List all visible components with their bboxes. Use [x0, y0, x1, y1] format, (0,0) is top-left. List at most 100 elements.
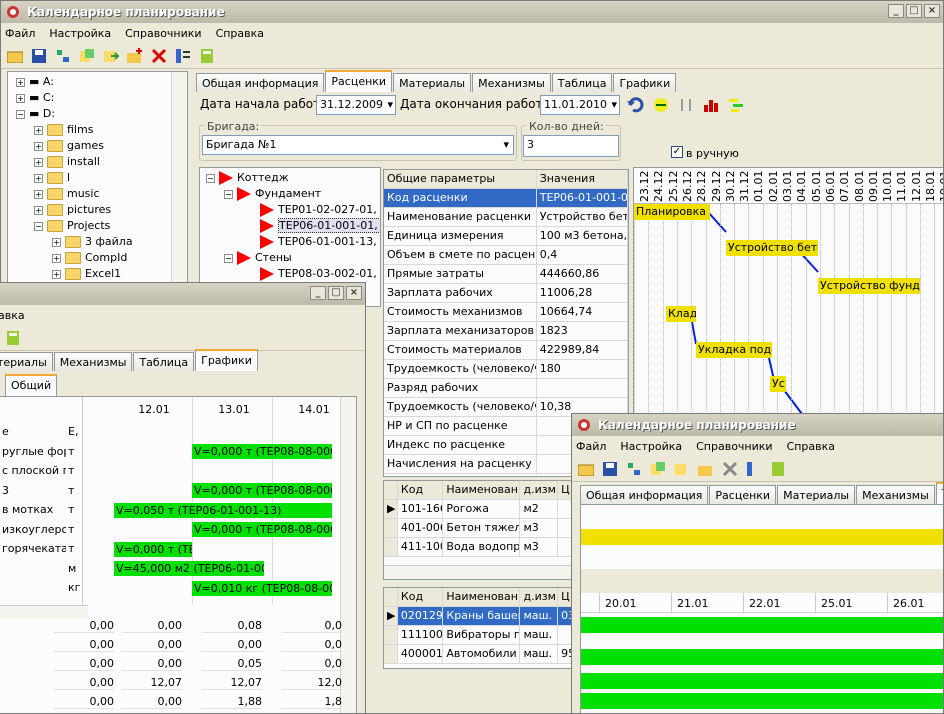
tab-table[interactable]: Таблица [551, 73, 613, 92]
params-row[interactable]: Объем в смете по расценке 0,4 [384, 246, 628, 265]
param-value[interactable]: 180 [537, 360, 628, 378]
calculator-icon[interactable] [768, 459, 788, 479]
tab-rates[interactable]: Расценки [709, 485, 777, 504]
params-row[interactable]: Прямые затраты 444660,86 [384, 265, 628, 284]
save-icon[interactable] [600, 459, 620, 479]
materials-row[interactable]: 401-0061Бетон тяжелым3 [384, 519, 572, 538]
params-row[interactable]: Единица измерения100 м3 бетона, бу [384, 227, 628, 246]
param-value[interactable]: 1823 [537, 322, 628, 340]
tree-node-cottage[interactable]: − Коттедж [206, 170, 380, 186]
delete-icon[interactable] [149, 46, 169, 66]
folder-item[interactable]: + l [16, 170, 133, 186]
folder-item[interactable]: + install [16, 154, 133, 170]
folder-item[interactable]: + CompId [16, 250, 133, 266]
material-bar[interactable]: V=0,000 т (ТЕР08-08-006-01) [192, 444, 332, 459]
days-input[interactable]: 3 [523, 135, 619, 157]
materials-row[interactable]: 411-1002Вода водопром3 [384, 538, 572, 557]
list-icon[interactable] [173, 46, 193, 66]
close-button[interactable]: × [924, 4, 940, 18]
tree-node-rate[interactable]: ТЕР08-03-002-01, К [206, 266, 380, 282]
drive-d[interactable]: − ▬ D: [16, 106, 133, 122]
export-icon[interactable] [101, 46, 121, 66]
material-bar[interactable]: V=0,000 т (ТЕР0 [114, 542, 192, 557]
drive-c[interactable]: + ▬ C: [16, 90, 133, 106]
gantt-bar[interactable]: Укладка подо [696, 342, 772, 358]
new-folder-icon[interactable] [696, 459, 716, 479]
tab-mechanisms[interactable]: Механизмы [53, 352, 133, 371]
param-value[interactable]: 100 м3 бетона, бу [537, 227, 628, 245]
params-row[interactable]: Стоимость механизмов 10664,74 [384, 303, 628, 322]
chart-vscroll[interactable] [340, 397, 356, 713]
charts-titlebar[interactable]: _ □ × [0, 283, 365, 305]
subtab-general[interactable]: Общий [5, 374, 58, 396]
sort-icon[interactable] [678, 97, 694, 116]
params-row[interactable]: Стоимость материалов 422989,84 [384, 341, 628, 360]
materials-header-name[interactable]: Наименование [443, 481, 521, 499]
params-row[interactable]: Зарплата рабочих 11006,28 [384, 284, 628, 303]
folder-item[interactable]: + games [16, 138, 133, 154]
material-bar[interactable]: V=0,000 т (ТЕР08-08-006-01) [192, 483, 332, 498]
gantt-icon[interactable] [728, 97, 744, 116]
gantt-bar[interactable]: Ус [770, 376, 786, 392]
param-value[interactable]: 444660,86 [537, 265, 628, 283]
gantt-bar[interactable]: Устройство фундам [818, 278, 920, 294]
mechanisms-row[interactable]: 400001Автомобили бормаш.95 [384, 645, 572, 664]
tree-node-rate[interactable]: ТЕР01-02-027-01, Г [206, 202, 380, 218]
tree-node-foundation[interactable]: − Фундамент [206, 186, 380, 202]
params-header-value[interactable]: Значения [537, 170, 628, 188]
undo-icon[interactable] [626, 97, 644, 116]
menu-help[interactable]: Справка [787, 440, 835, 453]
param-value[interactable]: 422989,84 [537, 341, 628, 359]
start-date-picker[interactable]: 31.12.2009 ▾ [316, 95, 396, 115]
tree-node-walls[interactable]: − Стены [206, 250, 380, 266]
material-bar[interactable]: V=0,050 т (ТЕР06-01-001-13) [114, 503, 332, 518]
folder-item[interactable]: + music [16, 186, 133, 202]
param-value[interactable]: 0,4 [537, 246, 628, 264]
calculator-icon[interactable] [3, 328, 23, 348]
gantt-bar[interactable]: Планировка пл [634, 204, 710, 220]
tab-mechanisms[interactable]: Механизмы [472, 73, 551, 92]
menu-references[interactable]: Справочники [696, 440, 772, 453]
open-folder-icon[interactable] [5, 46, 25, 66]
menu-help[interactable]: Справка [216, 27, 264, 40]
minimize-button[interactable]: _ [310, 286, 326, 300]
export-icon[interactable] [672, 459, 692, 479]
maximize-button[interactable]: □ [906, 4, 922, 18]
mechanisms-header-unit[interactable]: д.изм [520, 588, 559, 606]
close-button[interactable]: × [346, 286, 362, 300]
minimize-button[interactable]: _ [888, 4, 904, 18]
calculator-icon[interactable] [197, 46, 217, 66]
mechanisms-header-code[interactable]: Код [398, 588, 444, 606]
params-row[interactable]: Зарплата механизаторов 1823 [384, 322, 628, 341]
folder-item[interactable]: + Excel1 [16, 266, 133, 282]
tab-charts[interactable]: Графики [613, 73, 677, 92]
materials-header-price[interactable]: Ц [558, 481, 572, 499]
mechanisms-row[interactable]: ▶020129Краны башеннмаш.03 [384, 607, 572, 626]
delete-icon[interactable] [720, 459, 740, 479]
params-row[interactable]: Разряд рабочих [384, 379, 628, 398]
tab-charts[interactable]: Графики [195, 349, 258, 371]
tab-mechanisms[interactable]: Механизмы [856, 485, 935, 504]
add-tree-icon[interactable] [53, 46, 73, 66]
copy-icon[interactable] [648, 459, 668, 479]
drive-a[interactable]: + ▬ A: [16, 74, 133, 90]
main-titlebar[interactable]: Календарное планирование _ □ × [1, 1, 943, 23]
mechanisms-header-price[interactable]: Ц [558, 588, 572, 606]
menu-references[interactable]: Справочники [125, 27, 201, 40]
mechanisms-row[interactable]: 111100Вибраторы глубмаш. [384, 626, 572, 645]
param-value[interactable]: 11006,28 [537, 284, 628, 302]
tab-table[interactable]: Таблица [935, 482, 943, 504]
brigade-select[interactable]: Бригада №1 ▾ [202, 135, 514, 155]
materials-row[interactable]: ▶101-1668Рогожам2 [384, 500, 572, 519]
params-row[interactable]: Наименование расценкиУстройство бетон [384, 208, 628, 227]
param-value[interactable]: ТЕР06-01-001-01 [536, 189, 628, 207]
bar-chart-icon[interactable] [703, 97, 719, 116]
menu-file[interactable]: Файл [576, 440, 606, 453]
gantt-bar[interactable]: Устройство бетон [726, 240, 818, 256]
tree-node-rate-selected[interactable]: ТЕР06-01-001-01, У [206, 218, 380, 234]
manual-checkbox[interactable]: ✓ [671, 146, 683, 158]
tab-materials[interactable]: териалы [0, 352, 53, 371]
folder-item[interactable]: − Projects [16, 218, 133, 234]
param-value[interactable]: 10664,74 [537, 303, 628, 321]
open-folder-icon[interactable] [576, 459, 596, 479]
